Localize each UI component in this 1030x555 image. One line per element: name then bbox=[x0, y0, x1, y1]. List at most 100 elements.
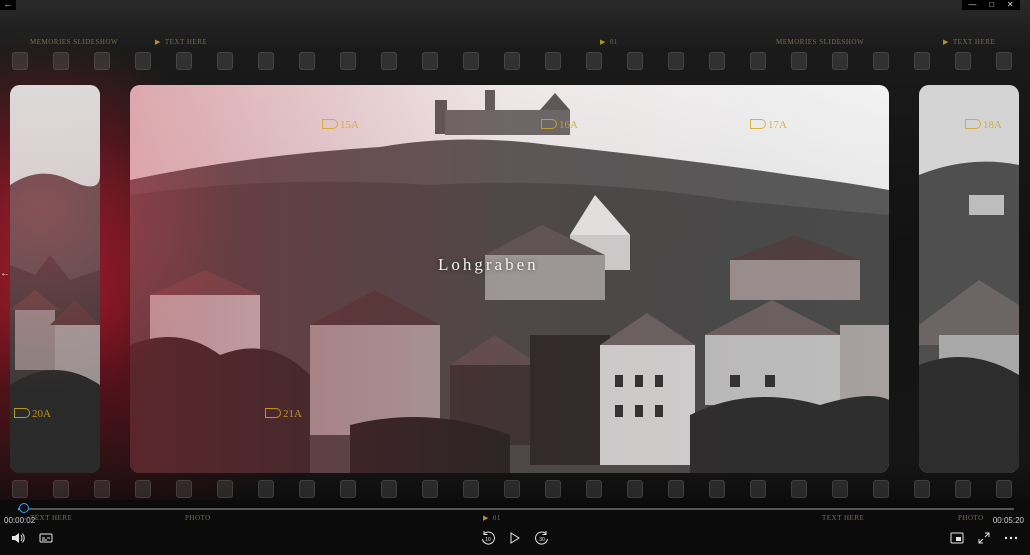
sprocket-hole bbox=[135, 52, 151, 70]
window-controls: — □ ✕ bbox=[962, 0, 1020, 10]
frame-code: 16A bbox=[541, 119, 578, 131]
strip-bottom-label: TEXT HERE bbox=[30, 514, 73, 522]
sprocket-hole bbox=[12, 52, 28, 70]
sprocket-hole bbox=[422, 52, 438, 70]
skip-forward-icon[interactable]: 30 bbox=[533, 530, 551, 546]
sprocket-hole bbox=[217, 52, 233, 70]
sprocket-hole bbox=[545, 52, 561, 70]
sprocket-hole bbox=[258, 52, 274, 70]
skip-back-icon[interactable]: 10 bbox=[479, 530, 497, 546]
time-total: 00:05:20 bbox=[992, 516, 1024, 525]
frame-photo-right bbox=[919, 85, 1019, 473]
sprocket-hole bbox=[627, 52, 643, 70]
frame-code: 21A bbox=[265, 408, 302, 420]
sprocket-hole bbox=[12, 480, 28, 498]
sprocket-hole bbox=[463, 480, 479, 498]
frame-code: 15A bbox=[322, 119, 359, 131]
sprocket-hole bbox=[217, 480, 233, 498]
sprocket-hole bbox=[996, 480, 1012, 498]
sprocket-hole bbox=[422, 480, 438, 498]
sprocket-hole bbox=[381, 480, 397, 498]
play-mark-icon: ▶ bbox=[600, 38, 606, 46]
film-code-icon bbox=[750, 119, 766, 129]
player-controls: TEXT HERE PHOTO ▶ 01 TEXT HERE PHOTO 00:0… bbox=[0, 500, 1030, 555]
sprocket-hole bbox=[791, 480, 807, 498]
sprocket-hole bbox=[381, 52, 397, 70]
sprocket-hole bbox=[832, 480, 848, 498]
maximize-icon[interactable]: □ bbox=[989, 1, 994, 9]
video-canvas[interactable]: ← — □ ✕ ← MEMORIES SLIDESHOW ▶ TEXT HERE … bbox=[0, 0, 1030, 500]
frame-code: 20A bbox=[14, 408, 51, 420]
film-code-icon bbox=[541, 119, 557, 129]
play-mark-icon: ▶ bbox=[483, 514, 489, 522]
sprocket-hole bbox=[176, 52, 192, 70]
sprocket-hole bbox=[873, 52, 889, 70]
mini-player-icon[interactable] bbox=[948, 530, 966, 546]
skip-forward-label: 30 bbox=[539, 537, 545, 543]
frame-photo-main bbox=[130, 85, 889, 473]
sprocket-hole bbox=[258, 480, 274, 498]
fullscreen-icon[interactable] bbox=[976, 530, 992, 546]
back-arrow-icon[interactable]: ← bbox=[0, 0, 16, 10]
sprocket-hole bbox=[709, 52, 725, 70]
film-code-icon bbox=[965, 119, 981, 129]
sprocket-hole bbox=[340, 52, 356, 70]
film-code-icon bbox=[265, 408, 281, 418]
sprocket-hole bbox=[463, 52, 479, 70]
sprocket-hole bbox=[668, 480, 684, 498]
side-arrow-icon[interactable]: ← bbox=[0, 268, 10, 279]
sprocket-hole bbox=[791, 52, 807, 70]
strip-bottom-label: TEXT HERE bbox=[822, 514, 865, 522]
sprocket-hole bbox=[135, 480, 151, 498]
sprocket-hole bbox=[504, 52, 520, 70]
more-options-icon[interactable] bbox=[1002, 530, 1020, 546]
strip-bottom-label: ▶ 01 bbox=[483, 514, 501, 522]
sprocket-hole bbox=[955, 52, 971, 70]
sprocket-hole bbox=[832, 52, 848, 70]
strip-top-label: MEMORIES SLIDESHOW bbox=[776, 38, 865, 46]
frame-code: 18A bbox=[965, 119, 1002, 131]
sprocket-hole bbox=[955, 480, 971, 498]
sprocket-hole bbox=[709, 480, 725, 498]
sprocket-hole bbox=[504, 480, 520, 498]
play-mark-icon: ▶ bbox=[943, 38, 949, 46]
sprocket-hole bbox=[750, 480, 766, 498]
sprocket-hole bbox=[668, 52, 684, 70]
film-frame-right bbox=[919, 85, 1019, 473]
skip-back-label: 10 bbox=[485, 537, 491, 543]
film-code-icon bbox=[322, 119, 338, 129]
sprocket-hole bbox=[176, 480, 192, 498]
frame-title: Lohgraben bbox=[438, 255, 539, 274]
sprocket-hole bbox=[94, 52, 110, 70]
sprocket-hole bbox=[299, 52, 315, 70]
frame-code: 17A bbox=[750, 119, 787, 131]
sprocket-hole bbox=[586, 480, 602, 498]
close-icon[interactable]: ✕ bbox=[1007, 1, 1014, 9]
play-mark-icon: ▶ bbox=[155, 38, 161, 46]
strip-top-label: ▶ TEXT HERE bbox=[943, 38, 996, 46]
seek-thumb[interactable] bbox=[18, 503, 29, 513]
sprocket-hole bbox=[340, 480, 356, 498]
strip-top-label: ▶ TEXT HERE bbox=[155, 38, 208, 46]
sprocket-row-top bbox=[0, 52, 1030, 70]
sprocket-hole bbox=[545, 480, 561, 498]
sprocket-hole bbox=[94, 480, 110, 498]
sprocket-hole bbox=[914, 480, 930, 498]
seek-bar[interactable] bbox=[18, 503, 1014, 513]
film-frame-main: Lohgraben bbox=[130, 85, 889, 473]
volume-icon[interactable] bbox=[10, 530, 26, 546]
sprocket-hole bbox=[53, 480, 69, 498]
subtitles-icon[interactable] bbox=[38, 530, 54, 546]
minimize-icon[interactable]: — bbox=[968, 1, 976, 9]
sprocket-hole bbox=[299, 480, 315, 498]
strip-top-label: ▶ 01 bbox=[600, 38, 618, 46]
sprocket-hole bbox=[914, 52, 930, 70]
strip-bottom-label: PHOTO bbox=[958, 514, 984, 522]
strip-bottom-label: PHOTO bbox=[185, 514, 211, 522]
sprocket-hole bbox=[873, 480, 889, 498]
play-icon[interactable] bbox=[507, 530, 523, 546]
sprocket-row-bottom bbox=[0, 480, 1030, 498]
sprocket-hole bbox=[627, 480, 643, 498]
sprocket-hole bbox=[750, 52, 766, 70]
time-current: 00:00:02 bbox=[4, 516, 36, 525]
